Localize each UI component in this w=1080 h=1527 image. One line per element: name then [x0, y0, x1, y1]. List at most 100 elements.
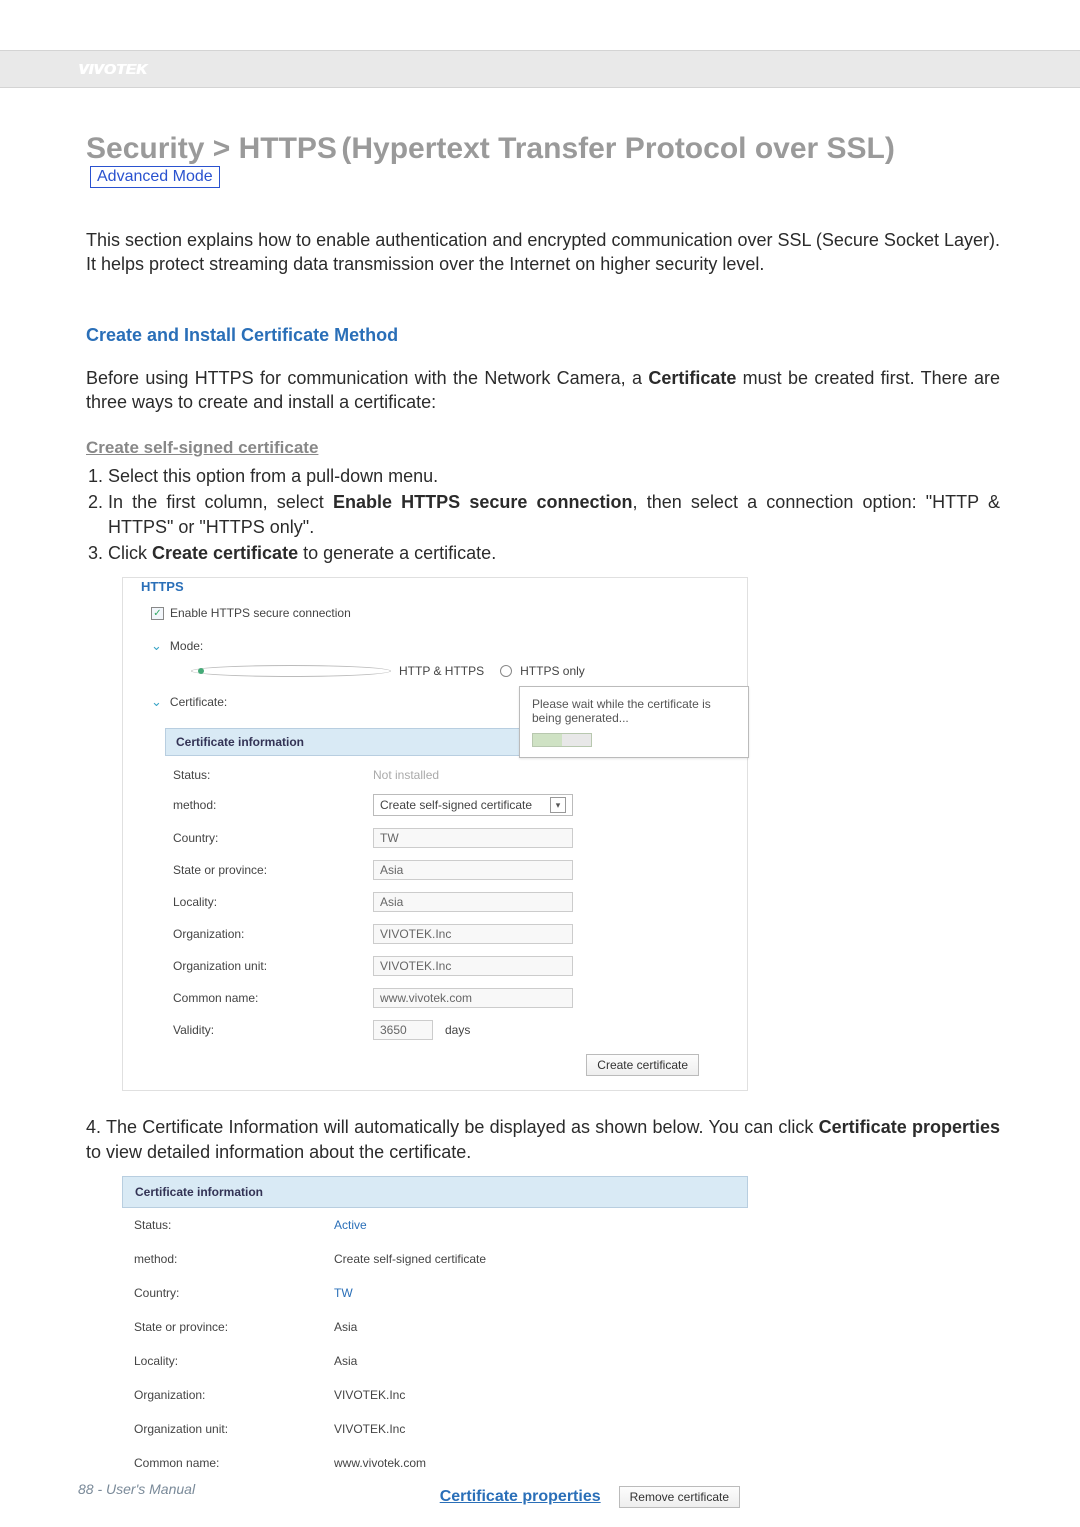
label: Common name: — [173, 991, 373, 1005]
row-locality: Locality: Asia — [165, 886, 725, 918]
row-country: Country: TW — [165, 822, 725, 854]
before-paragraph: Before using HTTPS for communication wit… — [86, 366, 1000, 415]
chevron-down-icon[interactable]: ⌄ — [151, 694, 162, 710]
organization-input[interactable]: VIVOTEK.Inc — [373, 924, 573, 944]
cert-info-display: Status: Active method: Create self-signe… — [122, 1208, 748, 1480]
fieldset-legend: HTTPS — [137, 579, 188, 594]
commonname-input[interactable]: www.vivotek.com — [373, 988, 573, 1008]
intro-paragraph: This section explains how to enable auth… — [86, 228, 1000, 277]
brand-logo: VIVOTEK — [78, 61, 147, 78]
cert-actions: Certificate properties Remove certificat… — [122, 1480, 748, 1516]
label: Locality: — [173, 895, 373, 909]
locality-input[interactable]: Asia — [373, 892, 573, 912]
row-status: Status: Not installed — [165, 762, 725, 788]
mode-section: ⌄ Mode: — [151, 638, 729, 654]
page-title-main: Security > HTTPS — [86, 132, 337, 165]
page-title-sub: (Hypertext Transfer Protocol over SSL) — [341, 132, 894, 165]
method-value: Create self-signed certificate — [334, 1252, 486, 1266]
text-bold: Enable HTTPS secure connection — [333, 492, 633, 512]
text-bold: Certificate properties — [819, 1117, 1000, 1137]
page-footer: 88 - User's Manual — [78, 1481, 195, 1497]
organization-value: VIVOTEK.Inc — [334, 1388, 405, 1402]
row-country: Country: TW — [122, 1276, 748, 1310]
label: Common name: — [134, 1456, 334, 1470]
label: Organization: — [173, 927, 373, 941]
text: Before using HTTPS for communication wit… — [86, 368, 648, 388]
row-state: State or province: Asia — [122, 1310, 748, 1344]
radio-http-https[interactable] — [191, 665, 391, 677]
label: Validity: — [173, 1023, 373, 1037]
certificate-label: Certificate: — [170, 695, 227, 709]
validity-unit: days — [445, 1023, 470, 1037]
text: In the first column, select — [108, 492, 333, 512]
enable-https-checkbox[interactable]: ✓ — [151, 607, 164, 620]
row-orgunit: Organization unit: VIVOTEK.Inc — [165, 950, 725, 982]
remove-certificate-button[interactable]: Remove certificate — [619, 1486, 740, 1508]
row-method: method: Create self-signed certificate ▾ — [165, 788, 725, 822]
text: to generate a certificate. — [298, 543, 496, 563]
orgunit-input[interactable]: VIVOTEK.Inc — [373, 956, 573, 976]
progress-bar — [532, 733, 592, 747]
cert-info-form: Status: Not installed method: Create sel… — [165, 762, 725, 1046]
header-band: VIVOTEK — [0, 50, 1080, 88]
label: Organization: — [134, 1388, 334, 1402]
cert-info-panel: Certificate information Status: Active m… — [122, 1176, 748, 1516]
top-margin — [0, 0, 1080, 50]
validity-input[interactable]: 3650 — [373, 1020, 433, 1040]
status-value: Active — [334, 1218, 367, 1232]
advanced-mode-badge: Advanced Mode — [90, 166, 220, 188]
state-input[interactable]: Asia — [373, 860, 573, 880]
state-value: Asia — [334, 1320, 357, 1334]
chevron-down-icon: ▾ — [550, 797, 566, 813]
page-title-row: Security > HTTPS (Hypertext Transfer Pro… — [86, 132, 1000, 192]
radio-https-only-label: HTTPS only — [520, 664, 585, 678]
radio-https-only[interactable] — [500, 665, 512, 677]
label: Status: — [173, 768, 373, 782]
text: to view detailed information about the c… — [86, 1142, 471, 1162]
row-organization: Organization: VIVOTEK.Inc — [165, 918, 725, 950]
method-select[interactable]: Create self-signed certificate ▾ — [373, 794, 573, 816]
label: Country: — [134, 1286, 334, 1300]
text-bold: Create certificate — [152, 543, 298, 563]
create-certificate-button[interactable]: Create certificate — [586, 1054, 699, 1076]
commonname-value: www.vivotek.com — [334, 1456, 426, 1470]
label: method: — [134, 1252, 334, 1266]
orgunit-value: VIVOTEK.Inc — [334, 1422, 405, 1436]
row-locality: Locality: Asia — [122, 1344, 748, 1378]
mode-label: Mode: — [170, 639, 203, 653]
text: Click — [108, 543, 152, 563]
enable-https-label: Enable HTTPS secure connection — [170, 606, 351, 620]
row-state: State or province: Asia — [165, 854, 725, 886]
certificate-properties-link[interactable]: Certificate properties — [440, 1488, 601, 1506]
status-value: Not installed — [373, 768, 439, 782]
row-status: Status: Active — [122, 1208, 748, 1242]
row-commonname: Common name: www.vivotek.com — [122, 1446, 748, 1480]
country-value: TW — [334, 1286, 353, 1300]
progress-popup: Please wait while the certificate is bei… — [519, 686, 749, 758]
step-4: 4. The Certificate Information will auto… — [86, 1115, 1000, 1164]
locality-value: Asia — [334, 1354, 357, 1368]
popup-text: Please wait while the certificate is bei… — [532, 697, 736, 725]
cert-info-header: Certificate information — [122, 1176, 748, 1208]
subheading: Create self-signed certificate — [86, 438, 318, 458]
row-orgunit: Organization unit: VIVOTEK.Inc — [122, 1412, 748, 1446]
label: State or province: — [173, 863, 373, 877]
section-heading: Create and Install Certificate Method — [86, 325, 1000, 346]
mode-options: HTTP & HTTPS HTTPS only — [191, 664, 729, 678]
label: Organization unit: — [134, 1422, 334, 1436]
row-organization: Organization: VIVOTEK.Inc — [122, 1378, 748, 1412]
row-method: method: Create self-signed certificate — [122, 1242, 748, 1276]
label: Country: — [173, 831, 373, 845]
step-1: Select this option from a pull-down menu… — [108, 464, 1000, 488]
https-panel: HTTPS ✓ Enable HTTPS secure connection ⌄… — [122, 577, 748, 1091]
text: 4. The Certificate Information will auto… — [86, 1117, 819, 1137]
label: Organization unit: — [173, 959, 373, 973]
label: method: — [173, 798, 373, 812]
label: Status: — [134, 1218, 334, 1232]
country-input[interactable]: TW — [373, 828, 573, 848]
chevron-down-icon[interactable]: ⌄ — [151, 638, 162, 654]
label: State or province: — [134, 1320, 334, 1334]
enable-https-row: ✓ Enable HTTPS secure connection — [151, 606, 729, 620]
step-3: Click Create certificate to generate a c… — [108, 541, 1000, 565]
label: Locality: — [134, 1354, 334, 1368]
